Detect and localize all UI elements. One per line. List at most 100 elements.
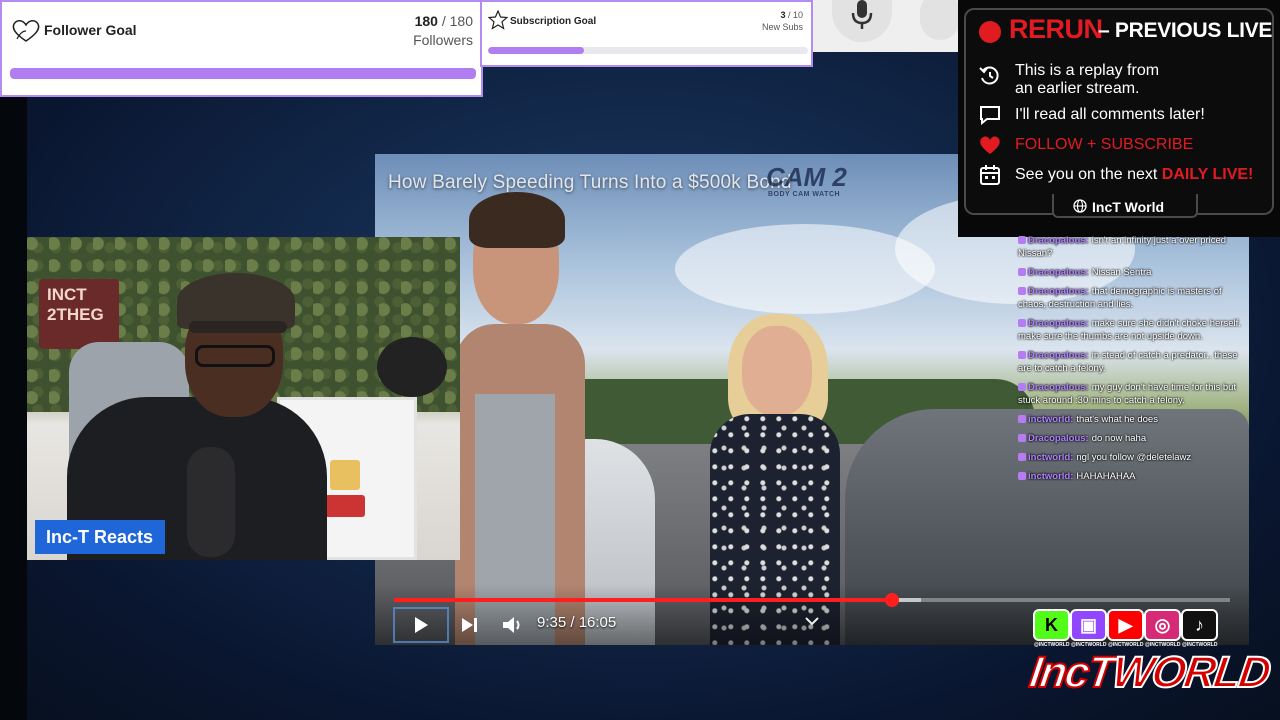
- streamer-microphone: [187, 447, 235, 557]
- rerun-line-next-live: See you on the next DAILY LIVE!: [1015, 166, 1253, 184]
- streamer-hat-brim: [189, 321, 287, 333]
- rerun-footer-text: IncT World: [1092, 199, 1165, 215]
- play-icon: [415, 617, 428, 633]
- follower-goal-current: 180: [414, 13, 438, 29]
- chat-username[interactable]: inctworld:: [1028, 471, 1073, 482]
- video-title: How Barely Speeding Turns Into a $500k B…: [388, 172, 792, 193]
- twitch-badge-icon: [1018, 268, 1026, 276]
- chat-message: Dracopalous: that demographic is masters …: [1018, 285, 1250, 311]
- cam-label: CAM 2: [766, 162, 847, 192]
- chat-text: Nissan Sentra: [1091, 267, 1152, 278]
- twitch-badge-icon: [1018, 472, 1026, 480]
- subscription-goal-current: 3: [780, 10, 786, 20]
- subscription-goal-target: / 10: [787, 10, 803, 20]
- follower-goal-progress-fill: [10, 68, 476, 79]
- instagram-icon[interactable]: ◎: [1144, 609, 1181, 641]
- chat-username[interactable]: Dracopalous:: [1028, 318, 1089, 329]
- follower-goal-widget: Follower Goal 180 / 180 Followers: [0, 0, 483, 97]
- chat-username[interactable]: Dracopalous:: [1028, 433, 1089, 444]
- chat-username[interactable]: Dracopalous:: [1028, 382, 1089, 393]
- heart-outline-icon: [12, 20, 40, 42]
- logo-word-inct: IncT: [1026, 647, 1117, 698]
- globe-icon: [1073, 199, 1087, 213]
- chat-text: do now haha: [1091, 433, 1147, 444]
- chat-username[interactable]: Dracopalous:: [1028, 350, 1089, 361]
- video-time: 9:35 / 16:05: [537, 614, 617, 631]
- webcam-feed: INCT 2THEG Inc-T Reacts: [27, 237, 460, 560]
- twitch-badge-icon: [1018, 453, 1026, 461]
- cloud: [675, 224, 935, 314]
- rerun-line-replay-a: This is a replay from: [1015, 62, 1160, 79]
- inct-world-logo: IncTWORLD: [1026, 647, 1274, 698]
- chat-log: Dracopalous: isn't an infinity just a ove…: [1018, 234, 1250, 494]
- heart-icon: [980, 136, 1000, 154]
- rerun-line-comments: I'll read all comments later!: [1015, 106, 1205, 123]
- mic-icon: [851, 0, 873, 29]
- chat-username[interactable]: Dracopalous:: [1028, 286, 1089, 297]
- rerun-line-follow: FOLLOW + SUBSCRIBE: [1015, 136, 1194, 153]
- follower-goal-progress-bar: [10, 68, 476, 79]
- rerun-subtitle: – PREVIOUS LIVE: [1098, 19, 1273, 42]
- video-progress-bar[interactable]: [394, 593, 1230, 607]
- neon-sign-text: INCT 2THEG: [47, 285, 104, 325]
- twitch-badge-icon: [1018, 434, 1026, 442]
- chat-username[interactable]: Dracopalous:: [1028, 267, 1089, 278]
- shelf-item: [325, 495, 365, 517]
- kick-icon[interactable]: K: [1033, 609, 1070, 641]
- rerun-title: RERUN: [1009, 14, 1103, 44]
- video-progress-fill: [394, 598, 893, 602]
- comment-icon: [980, 106, 1000, 125]
- round-button[interactable]: [920, 0, 960, 40]
- calendar-icon: [980, 165, 1000, 185]
- subscription-goal-count: 3 / 10 New Subs: [762, 9, 803, 33]
- chat-message: inctworld: HAHAHAHAA: [1018, 470, 1250, 483]
- twitch-badge-icon: [1018, 383, 1026, 391]
- play-button[interactable]: [393, 607, 449, 643]
- cap-on-shelf: [377, 337, 447, 397]
- chat-message: inctworld: that's what he does: [1018, 413, 1250, 426]
- follower-goal-title: Follower Goal: [44, 22, 137, 38]
- chat-message: Dracopalous: in stead of catch a predator…: [1018, 349, 1250, 375]
- rerun-line-replay: This is a replay from an earlier stream.: [1015, 62, 1159, 98]
- chat-message: inctworld: ngl you follow @deletelawz: [1018, 451, 1250, 464]
- woman-head: [742, 326, 812, 416]
- subscription-goal-progress-bar: [488, 47, 808, 54]
- neon-sign-line: INCT: [47, 285, 87, 304]
- twitch-badge-icon: [1018, 319, 1026, 327]
- cam-sublabel: BODY CAM WATCH: [768, 191, 841, 198]
- chevron-down-icon[interactable]: [805, 616, 819, 626]
- replay-icon: [979, 66, 999, 85]
- subscription-goal-progress-fill: [488, 47, 584, 54]
- chat-username[interactable]: inctworld:: [1028, 452, 1073, 463]
- chat-message: Dracopalous: make sure she didn't choke h…: [1018, 317, 1250, 343]
- subscription-goal-widget: Subscription Goal 3 / 10 New Subs: [480, 0, 813, 67]
- volume-icon[interactable]: [501, 615, 525, 635]
- rerun-line-next: See you on the next: [1015, 166, 1158, 183]
- chat-message: Dracopalous: my guy don't have time for t…: [1018, 381, 1250, 407]
- twitch-badge-icon: [1018, 287, 1026, 295]
- officer-figure: [445, 174, 585, 645]
- rerun-line-replay-b: an earlier stream.: [1015, 80, 1140, 97]
- subscription-goal-unit: New Subs: [761, 22, 803, 32]
- chat-username[interactable]: inctworld:: [1028, 414, 1073, 425]
- officer-hair: [469, 192, 565, 248]
- chat-username[interactable]: Dracopalous:: [1028, 235, 1089, 246]
- twitch-badge-icon: [1018, 351, 1026, 359]
- record-dot-icon: [979, 21, 1001, 43]
- webcam-label: Inc-T Reacts: [46, 527, 154, 547]
- chat-text: that's what he does: [1076, 414, 1158, 425]
- follower-goal-count: 180 / 180 Followers: [413, 12, 473, 50]
- chat-message: Dracopalous: Nissan Sentra: [1018, 266, 1250, 279]
- follower-goal-unit: Followers: [413, 32, 473, 48]
- tiktok-icon[interactable]: ♪: [1181, 609, 1218, 641]
- youtube-icon[interactable]: ▶: [1107, 609, 1144, 641]
- streamer-glasses: [195, 345, 275, 367]
- twitch-badge-icon: [1018, 415, 1026, 423]
- chat-text: ngl you follow @deletelawz: [1076, 452, 1192, 463]
- twitch-badge-icon: [1018, 236, 1026, 244]
- chat-text: HAHAHAHAA: [1076, 471, 1136, 482]
- neon-sign-line: 2THEG: [47, 305, 104, 324]
- twitch-icon[interactable]: ▣: [1070, 609, 1107, 641]
- next-icon[interactable]: [459, 616, 481, 634]
- chat-message: Dracopalous: do now haha: [1018, 432, 1250, 445]
